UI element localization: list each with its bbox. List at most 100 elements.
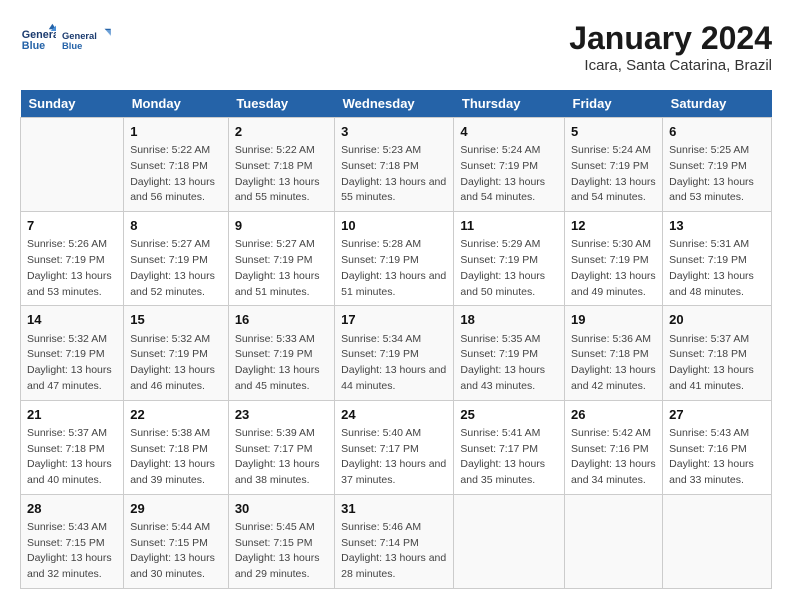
column-header-friday: Friday [565,90,663,118]
day-info: Sunrise: 5:25 AMSunset: 7:19 PMDaylight:… [669,143,765,206]
day-number: 9 [235,217,328,235]
calendar-table: SundayMondayTuesdayWednesdayThursdayFrid… [20,90,772,589]
day-info: Sunrise: 5:26 AMSunset: 7:19 PMDaylight:… [27,237,117,300]
day-number: 16 [235,311,328,329]
day-number: 14 [27,311,117,329]
day-info: Sunrise: 5:40 AMSunset: 7:17 PMDaylight:… [341,426,447,489]
day-info: Sunrise: 5:27 AMSunset: 7:19 PMDaylight:… [130,237,222,300]
logo: General Blue General Blue [20,20,112,60]
day-info: Sunrise: 5:27 AMSunset: 7:19 PMDaylight:… [235,237,328,300]
column-header-monday: Monday [124,90,229,118]
day-number: 19 [571,311,656,329]
column-header-wednesday: Wednesday [335,90,454,118]
day-cell: 2 Sunrise: 5:22 AMSunset: 7:18 PMDaylight… [228,118,334,212]
day-cell: 23 Sunrise: 5:39 AMSunset: 7:17 PMDayligh… [228,400,334,494]
week-row-5: 28 Sunrise: 5:43 AMSunset: 7:15 PMDayligh… [21,494,772,588]
day-info: Sunrise: 5:24 AMSunset: 7:19 PMDaylight:… [571,143,656,206]
day-info: Sunrise: 5:41 AMSunset: 7:17 PMDaylight:… [460,426,558,489]
day-number: 17 [341,311,447,329]
day-info: Sunrise: 5:22 AMSunset: 7:18 PMDaylight:… [130,143,222,206]
day-cell: 4 Sunrise: 5:24 AMSunset: 7:19 PMDaylight… [454,118,565,212]
day-cell: 22 Sunrise: 5:38 AMSunset: 7:18 PMDayligh… [124,400,229,494]
day-info: Sunrise: 5:45 AMSunset: 7:15 PMDaylight:… [235,520,328,583]
day-info: Sunrise: 5:36 AMSunset: 7:18 PMDaylight:… [571,332,656,395]
day-number: 5 [571,123,656,141]
day-number: 10 [341,217,447,235]
day-number: 2 [235,123,328,141]
day-number: 4 [460,123,558,141]
day-info: Sunrise: 5:30 AMSunset: 7:19 PMDaylight:… [571,237,656,300]
day-cell [454,494,565,588]
day-cell: 19 Sunrise: 5:36 AMSunset: 7:18 PMDayligh… [565,306,663,400]
day-cell: 21 Sunrise: 5:37 AMSunset: 7:18 PMDayligh… [21,400,124,494]
day-info: Sunrise: 5:42 AMSunset: 7:16 PMDaylight:… [571,426,656,489]
day-cell: 30 Sunrise: 5:45 AMSunset: 7:15 PMDayligh… [228,494,334,588]
day-info: Sunrise: 5:39 AMSunset: 7:17 PMDaylight:… [235,426,328,489]
day-info: Sunrise: 5:43 AMSunset: 7:16 PMDaylight:… [669,426,765,489]
day-info: Sunrise: 5:22 AMSunset: 7:18 PMDaylight:… [235,143,328,206]
day-info: Sunrise: 5:43 AMSunset: 7:15 PMDaylight:… [27,520,117,583]
day-cell: 15Sunrise: 5:32 AMSunset: 7:19 PMDayligh… [124,306,229,400]
day-number: 23 [235,406,328,424]
svg-text:Blue: Blue [22,40,45,52]
calendar-header-row: SundayMondayTuesdayWednesdayThursdayFrid… [21,90,772,118]
week-row-3: 14 Sunrise: 5:32 AMSunset: 7:19 PMDayligh… [21,306,772,400]
page-title: January 2024 [569,20,772,57]
page-subtitle: Icara, Santa Catarina, Brazil [569,57,772,74]
day-number: 21 [27,406,117,424]
day-info: Sunrise: 5:38 AMSunset: 7:18 PMDaylight:… [130,426,222,489]
week-row-4: 21 Sunrise: 5:37 AMSunset: 7:18 PMDayligh… [21,400,772,494]
day-cell: 7Sunrise: 5:26 AMSunset: 7:19 PMDaylight… [21,212,124,306]
day-cell: 31 Sunrise: 5:46 AMSunset: 7:14 PMDayligh… [335,494,454,588]
day-number: 12 [571,217,656,235]
day-cell: 10 Sunrise: 5:28 AMSunset: 7:19 PMDayligh… [335,212,454,306]
day-number: 13 [669,217,765,235]
day-number: 20 [669,311,765,329]
day-cell: 28 Sunrise: 5:43 AMSunset: 7:15 PMDayligh… [21,494,124,588]
day-number: 6 [669,123,765,141]
day-number: 3 [341,123,447,141]
day-cell: 27 Sunrise: 5:43 AMSunset: 7:16 PMDayligh… [663,400,772,494]
day-info: Sunrise: 5:33 AMSunset: 7:19 PMDaylight:… [235,332,328,395]
svg-text:General: General [62,31,97,41]
day-number: 28 [27,500,117,518]
day-number: 27 [669,406,765,424]
day-cell [565,494,663,588]
day-cell: 16 Sunrise: 5:33 AMSunset: 7:19 PMDayligh… [228,306,334,400]
day-number: 31 [341,500,447,518]
day-info: Sunrise: 5:29 AMSunset: 7:19 PMDaylight:… [460,237,558,300]
day-info: Sunrise: 5:31 AMSunset: 7:19 PMDaylight:… [669,237,765,300]
day-cell: 25Sunrise: 5:41 AMSunset: 7:17 PMDayligh… [454,400,565,494]
day-info: Sunrise: 5:37 AMSunset: 7:18 PMDaylight:… [27,426,117,489]
day-cell: 13 Sunrise: 5:31 AMSunset: 7:19 PMDayligh… [663,212,772,306]
day-info: Sunrise: 5:37 AMSunset: 7:18 PMDaylight:… [669,332,765,395]
day-info: Sunrise: 5:32 AMSunset: 7:19 PMDaylight:… [130,332,222,395]
day-info: Sunrise: 5:35 AMSunset: 7:19 PMDaylight:… [460,332,558,395]
column-header-thursday: Thursday [454,90,565,118]
day-cell [21,118,124,212]
day-cell: 24Sunrise: 5:40 AMSunset: 7:17 PMDayligh… [335,400,454,494]
column-header-sunday: Sunday [21,90,124,118]
day-number: 22 [130,406,222,424]
day-info: Sunrise: 5:24 AMSunset: 7:19 PMDaylight:… [460,143,558,206]
day-info: Sunrise: 5:32 AMSunset: 7:19 PMDaylight:… [27,332,117,395]
day-cell: 18Sunrise: 5:35 AMSunset: 7:19 PMDayligh… [454,306,565,400]
day-cell: 3Sunrise: 5:23 AMSunset: 7:18 PMDaylight… [335,118,454,212]
day-cell: 5 Sunrise: 5:24 AMSunset: 7:19 PMDaylight… [565,118,663,212]
day-number: 1 [130,123,222,141]
day-info: Sunrise: 5:44 AMSunset: 7:15 PMDaylight:… [130,520,222,583]
day-cell: 6 Sunrise: 5:25 AMSunset: 7:19 PMDaylight… [663,118,772,212]
day-info: Sunrise: 5:34 AMSunset: 7:19 PMDaylight:… [341,332,447,395]
day-number: 30 [235,500,328,518]
day-info: Sunrise: 5:28 AMSunset: 7:19 PMDaylight:… [341,237,447,300]
day-number: 26 [571,406,656,424]
day-cell: 11 Sunrise: 5:29 AMSunset: 7:19 PMDayligh… [454,212,565,306]
logo-icon: General Blue [20,22,56,58]
column-header-saturday: Saturday [663,90,772,118]
day-cell: 26 Sunrise: 5:42 AMSunset: 7:16 PMDayligh… [565,400,663,494]
day-cell [663,494,772,588]
day-number: 11 [460,217,558,235]
title-block: January 2024 Icara, Santa Catarina, Braz… [569,20,772,74]
day-info: Sunrise: 5:46 AMSunset: 7:14 PMDaylight:… [341,520,447,583]
page-header: General Blue General Blue January 2024 I… [20,20,772,74]
